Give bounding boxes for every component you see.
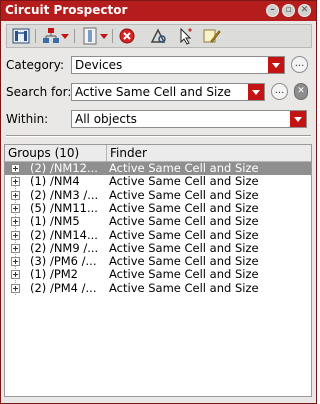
table-header: Groups (10) Finder <box>5 145 311 162</box>
table-row[interactable]: (1) /PM2 Active Same Cell and Size <box>5 268 311 281</box>
table-row[interactable]: (2) /PM4 /... Active Same Cell and Size <box>5 280 311 295</box>
category-label: Category: <box>6 58 64 72</box>
expand-icon[interactable] <box>11 177 20 187</box>
table-row[interactable]: (1) /NM5 Active Same Cell and Size <box>5 215 311 228</box>
finder-cell: Active Same Cell and Size <box>109 227 259 242</box>
finder-column-header[interactable]: Finder <box>110 146 147 160</box>
category-dropdown[interactable]: Devices <box>71 56 285 74</box>
expand-icon[interactable] <box>11 257 20 267</box>
stop-icon[interactable] <box>118 27 136 45</box>
chevron-down-icon[interactable] <box>268 57 284 73</box>
toolbar-separator <box>74 29 75 43</box>
group-cell: (2) /NM9 /... <box>30 240 99 255</box>
group-cell: (3) /PM6 /... <box>30 254 97 269</box>
search-for-dropdown[interactable]: Active Same Cell and Size <box>71 83 265 101</box>
group-menu-arrow[interactable] <box>60 27 70 45</box>
toolbar-separator <box>35 29 36 43</box>
group-cell: (2) /NM3 /... <box>30 187 99 202</box>
toolbar-separator <box>112 29 113 43</box>
expand-icon[interactable] <box>11 270 20 280</box>
expand-icon[interactable] <box>11 217 20 227</box>
table-row[interactable]: (1) /NM4 Active Same Cell and Size <box>5 175 311 188</box>
table-row[interactable]: (2) /NM3 /... Active Same Cell and Size <box>5 187 311 202</box>
circuit-prospector-window: Circuit Prospector – ▫ ✕ Category: Devic… <box>0 0 317 404</box>
window-title: Circuit Prospector <box>5 3 128 17</box>
toolbar <box>6 24 312 48</box>
finder-cell: Active Same Cell and Size <box>109 254 259 269</box>
chevron-down-icon[interactable] <box>248 84 264 100</box>
panel-icon[interactable] <box>81 27 99 45</box>
table-row[interactable]: (5) /NM11... Active Same Cell and Size <box>5 200 311 215</box>
select-icon[interactable] <box>177 27 195 45</box>
table-row[interactable]: (2) /NM14... Active Same Cell and Size <box>5 227 311 242</box>
group-cell: (1) /PM2 <box>30 267 78 282</box>
expand-icon[interactable] <box>11 230 20 240</box>
title-bar[interactable]: Circuit Prospector – ▫ ✕ <box>1 1 316 21</box>
finder-cell: Active Same Cell and Size <box>109 200 259 215</box>
minimize-window-button[interactable]: – <box>266 4 279 17</box>
category-value: Devices <box>75 58 123 72</box>
finder-cell: Active Same Cell and Size <box>109 187 259 202</box>
column-divider[interactable] <box>106 145 107 161</box>
probe-icon[interactable] <box>149 27 167 45</box>
finder-cell: Active Same Cell and Size <box>109 174 259 189</box>
expand-icon[interactable] <box>11 283 20 293</box>
finder-cell: Active Same Cell and Size <box>109 267 259 282</box>
find-icon[interactable] <box>12 27 30 45</box>
expand-icon[interactable] <box>11 190 20 200</box>
close-window-button[interactable]: ✕ <box>298 4 311 17</box>
within-value: All objects <box>75 112 137 126</box>
table-row[interactable]: (2) /NM9 /... Active Same Cell and Size <box>5 240 311 255</box>
group-cell: (2) /NM12... <box>30 161 98 175</box>
group-icon[interactable] <box>42 27 60 45</box>
table-row[interactable]: (3) /PM6 /... Active Same Cell and Size <box>5 255 311 268</box>
expand-icon[interactable] <box>11 164 20 173</box>
category-browse-button[interactable]: ... <box>291 56 308 73</box>
search-browse-button[interactable]: ... <box>271 83 288 100</box>
table-row[interactable]: (2) /NM12... Active Same Cell and Size <box>5 162 311 175</box>
finder-cell: Active Same Cell and Size <box>109 240 259 255</box>
groups-column-header[interactable]: Groups (10) <box>8 146 79 160</box>
group-cell: (2) /PM4 /... <box>30 280 97 295</box>
group-cell: (1) /NM4 <box>30 174 80 189</box>
finder-cell: Active Same Cell and Size <box>109 214 259 229</box>
finder-cell: Active Same Cell and Size <box>109 161 259 175</box>
assign-icon[interactable] <box>203 27 221 45</box>
divider <box>6 135 311 137</box>
restore-window-button[interactable]: ▫ <box>282 4 295 17</box>
search-for-value: Active Same Cell and Size <box>75 85 232 99</box>
search-for-label: Search for: <box>6 85 72 99</box>
expand-icon[interactable] <box>11 243 20 253</box>
finder-cell: Active Same Cell and Size <box>109 280 259 295</box>
clear-search-button[interactable]: ✕ <box>294 83 308 100</box>
group-cell: (2) /NM14... <box>30 227 98 242</box>
chevron-down-icon[interactable] <box>290 111 306 127</box>
within-dropdown[interactable]: All objects <box>71 110 307 128</box>
expand-icon[interactable] <box>11 203 20 213</box>
group-cell: (5) /NM11... <box>30 200 98 215</box>
panel-menu-arrow[interactable] <box>99 27 109 45</box>
results-table[interactable]: Groups (10) Finder (2) /NM12... Active Sa… <box>4 144 312 397</box>
within-label: Within: <box>6 112 49 126</box>
group-cell: (1) /NM5 <box>30 214 80 229</box>
